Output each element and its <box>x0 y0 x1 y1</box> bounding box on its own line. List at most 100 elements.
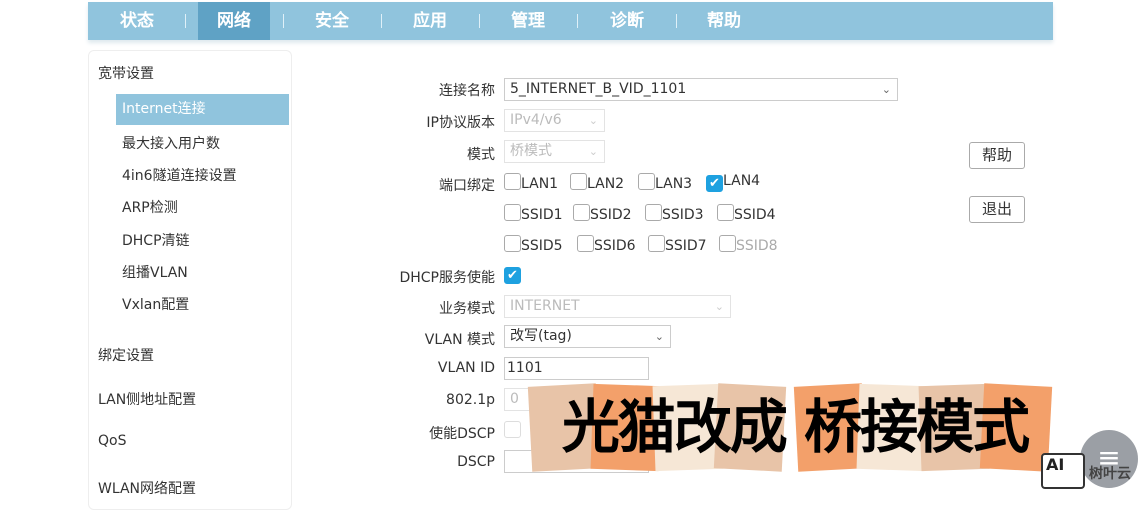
cb-label: SSID2 <box>590 207 632 223</box>
caption-banner: 光猫改成 桥接模式 <box>527 383 1060 472</box>
sidebar-item-internet[interactable]: Internet连接 <box>116 94 289 125</box>
sidebar-item-dhcp[interactable]: DHCP清链 <box>122 230 190 250</box>
divider <box>577 14 578 28</box>
vlan-id-input[interactable]: 1101 <box>504 357 649 380</box>
checkbox[interactable] <box>504 235 521 252</box>
sidebar-item-vxlan[interactable]: Vxlan配置 <box>122 294 189 314</box>
divider <box>381 14 382 28</box>
chevron-down-icon: ⌄ <box>881 83 891 96</box>
top-nav: 状态 网络 安全 应用 管理 诊断 帮助 <box>88 2 1053 40</box>
cb-label: LAN2 <box>587 176 625 192</box>
label: 业务模式 <box>439 301 495 317</box>
sidebar-item-4in6[interactable]: 4in6隧道连接设置 <box>122 165 237 185</box>
sidebar: 宽带设置 Internet连接 最大接入用户数 4in6隧道连接设置 ARP检测… <box>88 50 292 510</box>
cb-label: LAN1 <box>521 176 559 192</box>
cb-label: LAN3 <box>655 176 693 192</box>
cb-label: LAN4 <box>723 173 761 189</box>
divider <box>283 14 284 28</box>
port-checkbox-ssid7[interactable]: SSID7 <box>648 235 707 254</box>
sidebar-group-qos[interactable]: QoS <box>98 433 126 449</box>
mode-select: 桥模式 ⌄ <box>504 140 605 163</box>
port-checkbox-lan1[interactable]: LAN1 <box>504 173 558 192</box>
label: 连接名称 <box>439 83 495 99</box>
checkbox[interactable] <box>577 235 594 252</box>
port-checkbox-ssid8[interactable]: SSID8 <box>719 235 778 254</box>
chevron-down-icon: ⌄ <box>654 330 664 343</box>
cb-label: SSID5 <box>521 238 563 254</box>
value: 桥模式 <box>510 143 552 159</box>
port-checkbox-ssid4[interactable]: SSID4 <box>717 204 776 223</box>
tab-status[interactable]: 状态 <box>101 2 173 40</box>
checkbox[interactable] <box>645 204 662 221</box>
vlan-mode-select[interactable]: 改写(tag) ⌄ <box>504 325 671 348</box>
port-checkbox-ssid5[interactable]: SSID5 <box>504 235 563 254</box>
check-icon[interactable]: ✔ <box>706 175 723 192</box>
port-checkbox-ssid3[interactable]: SSID3 <box>645 204 704 223</box>
checkbox[interactable] <box>504 204 521 221</box>
label: VLAN 模式 <box>424 332 495 348</box>
conn-name-select[interactable]: 5_INTERNET_B_VID_1101 ⌄ <box>504 78 898 101</box>
port-checkbox-lan4[interactable]: ✔ LAN4 <box>706 173 760 192</box>
tab-help[interactable]: 帮助 <box>688 2 760 40</box>
cb-label: SSID6 <box>594 238 636 254</box>
tab-management[interactable]: 管理 <box>492 2 564 40</box>
cb-label: SSID3 <box>662 207 704 223</box>
port-checkbox-ssid2[interactable]: SSID2 <box>573 204 632 223</box>
chevron-down-icon: ⌄ <box>588 114 598 127</box>
sidebar-item-max-users[interactable]: 最大接入用户数 <box>122 133 220 153</box>
checkbox[interactable] <box>504 421 521 438</box>
tab-diagnostics[interactable]: 诊断 <box>591 2 663 40</box>
label: 802.1p <box>446 392 495 408</box>
sidebar-item-arp[interactable]: ARP检测 <box>122 197 178 217</box>
checkbox[interactable] <box>648 235 665 252</box>
divider <box>676 14 677 28</box>
tab-application[interactable]: 应用 <box>394 2 466 40</box>
chevron-down-icon: ⌄ <box>714 300 724 313</box>
label: 使能DSCP <box>429 426 495 442</box>
exit-button[interactable]: 退出 <box>969 196 1025 223</box>
label: DHCP服务使能 <box>399 270 495 286</box>
value: 5_INTERNET_B_VID_1101 <box>510 81 687 97</box>
label: DSCP <box>457 454 495 470</box>
cb-label: SSID8 <box>736 238 778 254</box>
value: INTERNET <box>510 298 580 314</box>
value: IPv4/v6 <box>510 112 562 128</box>
watermark-logo: AI <box>1041 453 1085 489</box>
port-checkbox-lan2[interactable]: LAN2 <box>570 173 624 192</box>
label: 端口绑定 <box>439 178 495 194</box>
sidebar-item-mvlan[interactable]: 组播VLAN <box>122 262 188 282</box>
checkbox[interactable] <box>570 173 587 190</box>
check-icon[interactable]: ✔ <box>504 267 521 284</box>
watermark-text: 树叶云 <box>1089 466 1131 482</box>
checkbox[interactable] <box>717 204 734 221</box>
checkbox[interactable] <box>504 173 521 190</box>
value: 改写(tag) <box>510 328 572 344</box>
sidebar-group-binding[interactable]: 绑定设置 <box>98 345 154 365</box>
cb-label: SSID4 <box>734 207 776 223</box>
checkbox[interactable] <box>573 204 590 221</box>
chevron-down-icon: ⌄ <box>588 145 598 158</box>
checkbox[interactable] <box>719 235 736 252</box>
sidebar-group-broadband[interactable]: 宽带设置 <box>98 63 154 83</box>
sidebar-group-lan[interactable]: LAN侧地址配置 <box>98 389 196 409</box>
caption-text: 光猫改成 桥接模式 <box>561 393 1030 461</box>
dscp-enable-checkbox[interactable] <box>504 421 521 440</box>
port-checkbox-ssid1[interactable]: SSID1 <box>504 204 563 223</box>
tab-security[interactable]: 安全 <box>296 2 368 40</box>
cb-label: SSID1 <box>521 207 563 223</box>
divider <box>479 14 480 28</box>
port-checkbox-ssid6[interactable]: SSID6 <box>577 235 636 254</box>
sidebar-group-wlan[interactable]: WLAN网络配置 <box>98 478 196 498</box>
help-button[interactable]: 帮助 <box>969 142 1025 169</box>
ip-version-select: IPv4/v6 ⌄ <box>504 109 605 132</box>
cb-label: SSID7 <box>665 238 707 254</box>
tab-network[interactable]: 网络 <box>198 2 270 40</box>
checkbox[interactable] <box>638 173 655 190</box>
service-mode-select: INTERNET ⌄ <box>504 295 731 318</box>
port-checkbox-lan3[interactable]: LAN3 <box>638 173 692 192</box>
dhcp-enable-checkbox[interactable]: ✔ <box>504 265 521 284</box>
label: VLAN ID <box>437 360 495 376</box>
divider <box>185 14 186 28</box>
label: 模式 <box>467 147 495 163</box>
label: IP协议版本 <box>426 115 495 131</box>
